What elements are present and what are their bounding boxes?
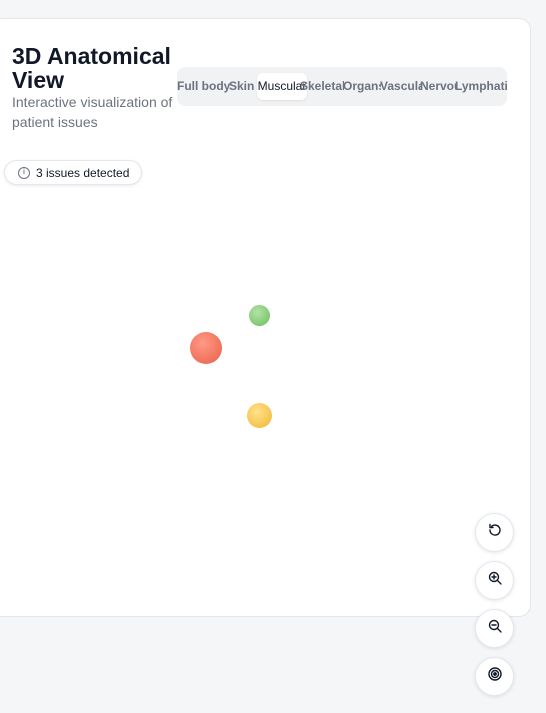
issue-marker-red[interactable] [190,332,222,364]
issue-marker-yellow[interactable] [247,403,272,428]
tab-vascular[interactable]: Vascular [380,73,422,100]
reset-view-button[interactable] [475,513,514,552]
zoom-in-icon [487,570,503,591]
issues-badge: i 3 issues detected [4,160,143,185]
issues-count-label: 3 issues detected [36,165,130,180]
page-title: 3D Anatomical View [12,43,171,93]
target-icon [487,666,503,687]
tab-skeletal[interactable]: Skeletal [300,73,344,100]
tab-organs[interactable]: Organs [343,73,381,100]
tab-skin[interactable]: Skin [229,73,259,100]
issue-marker-green[interactable] [249,305,270,326]
rotate-ccw-icon [487,522,503,543]
layer-tabs: Full body Skin Muscular Skeletal Organs … [177,67,507,106]
tab-lymphatic[interactable]: Lymphatic [455,73,507,100]
zoom-out-icon [487,618,503,639]
page-subtitle: Interactive visualization of patient iss… [12,94,173,130]
focus-button[interactable] [475,657,514,696]
zoom-out-button[interactable] [475,609,514,648]
tab-nervous[interactable]: Nervous [420,73,456,100]
zoom-in-button[interactable] [475,561,514,600]
info-icon: i [18,166,30,179]
